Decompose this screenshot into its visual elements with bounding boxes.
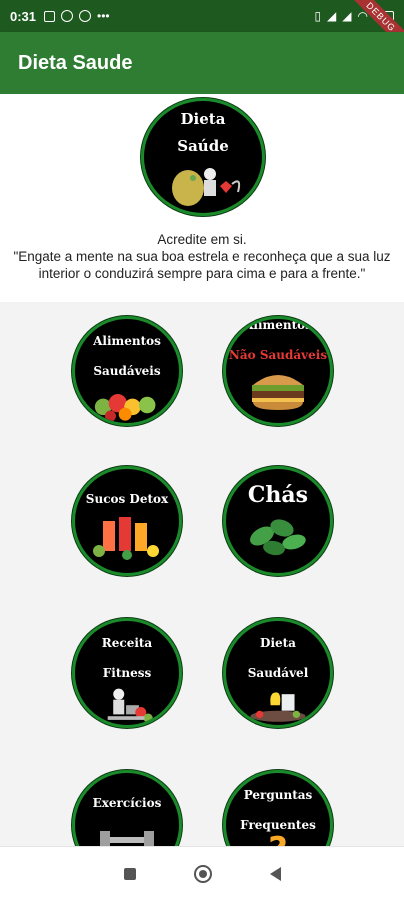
category-label: Saudáveis bbox=[93, 363, 161, 378]
quote-line2: "Engate a mente na sua boa estrela e rec… bbox=[13, 249, 391, 281]
no-sync-icon bbox=[61, 10, 74, 22]
category-label: Exercícios bbox=[92, 796, 162, 810]
category-label: Saudável bbox=[247, 665, 309, 680]
app-logo: Dieta Saúde bbox=[141, 98, 265, 216]
category-label: Fitness bbox=[102, 665, 152, 680]
burger-icon bbox=[252, 374, 304, 410]
category-label: Chás bbox=[247, 482, 309, 508]
signal-icon: ◢ bbox=[327, 9, 337, 23]
logo-figure-icon bbox=[172, 167, 241, 206]
healthy-food-icon bbox=[250, 691, 306, 722]
category-label: Sucos Detox bbox=[85, 492, 169, 506]
category-label: Não Saudáveis bbox=[228, 347, 328, 362]
dumbbell-icon bbox=[100, 830, 154, 846]
app-title: Dieta Saude bbox=[18, 51, 133, 74]
category-label: Receita bbox=[101, 636, 153, 650]
app-bar: Dieta Saude bbox=[0, 32, 404, 94]
system-nav-bar bbox=[0, 846, 404, 900]
status-time: 0:31 bbox=[10, 8, 37, 24]
logo-line2: Saúde bbox=[177, 137, 229, 156]
category-label: Alimentos bbox=[93, 334, 161, 348]
category-perguntas-frequentes[interactable]: Perguntas Frequentes ? bbox=[223, 770, 333, 846]
back-triangle-icon[interactable] bbox=[269, 866, 281, 881]
category-dieta-saudavel[interactable]: Dieta Saudável bbox=[223, 618, 333, 728]
signal-icon: ◢ bbox=[342, 9, 352, 23]
status-bar: 0:31 ••• ▯ ◢ ◢ ◠ DEBUG bbox=[0, 0, 404, 54]
logo-line1: Dieta bbox=[180, 110, 226, 128]
square-icon[interactable] bbox=[123, 867, 136, 880]
vibrate-icon: ▯ bbox=[314, 9, 322, 23]
category-sucos-detox[interactable]: Sucos Detox bbox=[72, 466, 182, 576]
no-sync-icon bbox=[79, 10, 92, 22]
juice-icon bbox=[93, 516, 159, 560]
motivation-quote: Acredite em si. "Engate a mente na sua b… bbox=[0, 231, 404, 282]
fruits-icon bbox=[94, 393, 156, 422]
main-content[interactable]: Dieta Saúde Acredite em si. "Engate a me… bbox=[0, 94, 404, 846]
question-mark-icon: ? bbox=[268, 833, 288, 846]
category-chas[interactable]: Chás bbox=[223, 466, 333, 576]
category-label: Alimentos bbox=[244, 318, 312, 332]
category-receita-fitness[interactable]: Receita Fitness bbox=[72, 618, 182, 728]
facebook-icon bbox=[44, 10, 56, 22]
category-label: Dieta bbox=[260, 636, 296, 650]
mint-leaves-icon bbox=[250, 519, 306, 556]
more-icon: ••• bbox=[97, 9, 110, 23]
quote-line1: Acredite em si. bbox=[157, 232, 247, 247]
category-alimentos-saudaveis[interactable]: Alimentos Saudáveis bbox=[72, 316, 182, 426]
category-label: Perguntas bbox=[243, 788, 313, 802]
home-circle-icon[interactable] bbox=[193, 864, 212, 883]
category-exercicios[interactable]: Exercícios bbox=[72, 770, 182, 846]
recipe-figure-icon bbox=[107, 688, 153, 723]
category-alimentos-nao-saudaveis[interactable]: Alimentos Não Saudáveis bbox=[223, 316, 333, 426]
